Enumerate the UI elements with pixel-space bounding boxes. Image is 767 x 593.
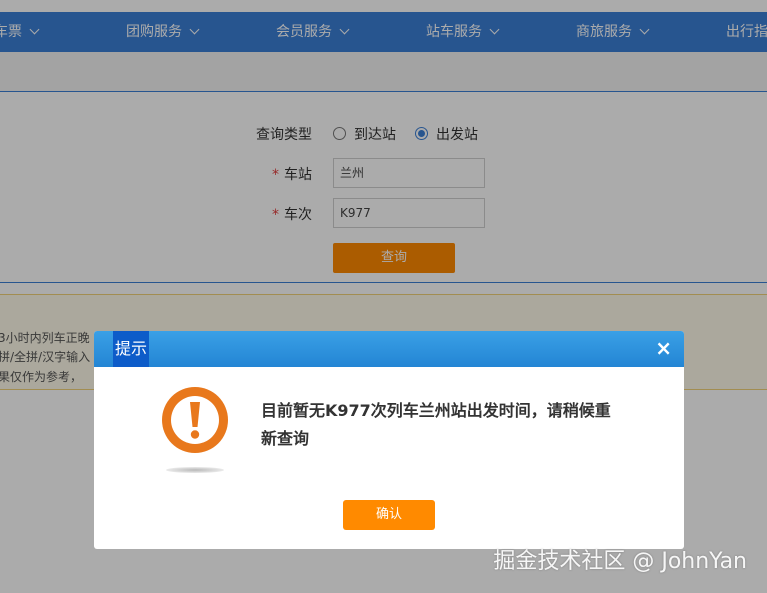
confirm-button[interactable]: 确认 [343,500,435,530]
close-icon[interactable]: × [655,331,672,367]
exclamation-warning-icon [160,387,230,473]
dialog-message: 目前暂无K977次列车兰州站出发时间，请稍候重新查询 [261,401,611,448]
alert-dialog: 提示 × 目前暂无K977次列车兰州站出发时间，请稍候重新查询 确认 [94,331,684,549]
warning-icon-graphic [162,387,228,453]
icon-shadow [166,467,224,473]
dialog-header: 提示 × [94,331,684,367]
dialog-title: 提示 [113,331,150,367]
watermark: 掘金技术社区 @ JohnYan [493,549,747,574]
